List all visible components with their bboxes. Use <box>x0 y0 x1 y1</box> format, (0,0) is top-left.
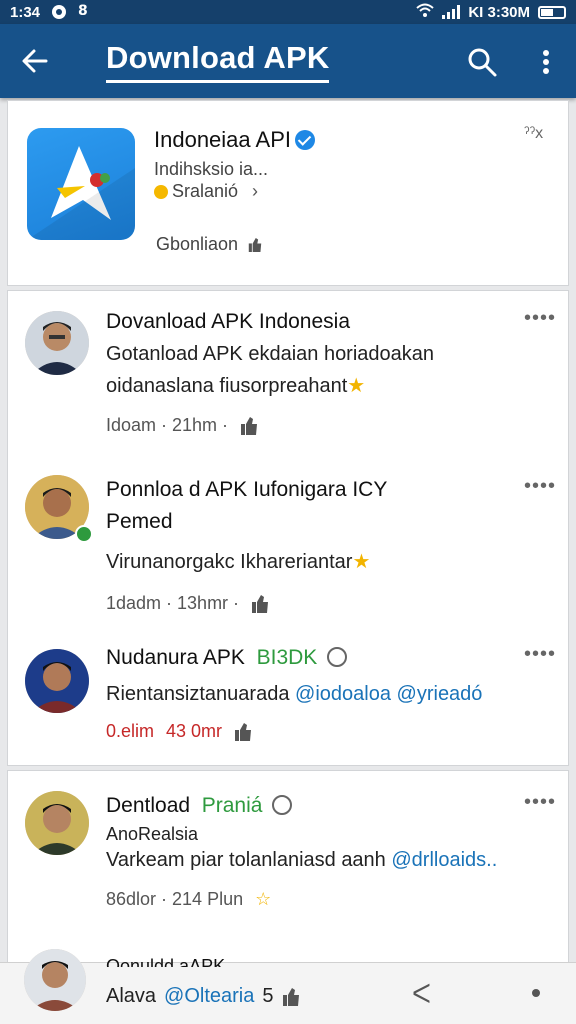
status-bar: 1:34 8 KI 3:30M <box>0 0 576 24</box>
share-button[interactable]: ᐸ <box>412 979 431 1010</box>
avatar[interactable] <box>25 791 89 855</box>
feed-card: Dovanload APK Indonesia Gotanload APK ek… <box>7 290 569 766</box>
status-right-text: KI 3:30M <box>468 3 530 21</box>
avatar[interactable] <box>25 649 89 713</box>
post-meta-text: Idoam · 21hm · <box>106 415 229 435</box>
post-title-text: Dentload <box>106 794 191 817</box>
online-badge-icon <box>75 525 93 543</box>
page-title: Download APK <box>106 40 330 83</box>
post-title: Pemed <box>106 510 173 533</box>
thumb-icon[interactable] <box>240 416 258 436</box>
bottom-compose-bar: Oonuldd aAPK Alava @Oltearia 5 ᐸ <box>0 949 576 1024</box>
overflow-dot-icon[interactable] <box>532 989 540 997</box>
app-logo-icon <box>27 128 135 240</box>
back-arrow-icon <box>22 49 48 73</box>
signal-b-icon: 8 <box>78 3 90 21</box>
cell-signal-icon <box>442 5 461 19</box>
app-download-label: Gbonliaon <box>156 234 239 254</box>
post-title: Dentload Praniá <box>106 791 293 821</box>
battery-icon <box>538 5 566 19</box>
bottom-count: 5 <box>262 985 274 1007</box>
star-icon: ★ <box>347 375 366 397</box>
post-menu-button[interactable]: •••• <box>524 791 556 814</box>
search-icon <box>468 48 497 77</box>
post-title: Nudanura APK BI3DK <box>106 643 348 673</box>
post-title: Oonuldd aAPK <box>106 956 226 967</box>
post-title-tag: Praniá <box>201 794 263 817</box>
chevron-right-icon: › <box>252 181 259 201</box>
notification-icon <box>52 5 67 19</box>
bottom-left-text: Alava <box>106 985 157 1007</box>
star-icon[interactable]: ☆ <box>255 889 271 910</box>
post-meta-text: 43 0mr <box>166 721 223 741</box>
smiley-icon <box>272 795 293 815</box>
post-title: Ponnloa d APK Iufonigara ICY <box>106 478 388 501</box>
post-text-line: Varkeam piar tolanlaniasd aanh <box>106 849 386 871</box>
post-title: Dovanload APK Indonesia <box>106 310 351 333</box>
search-button[interactable] <box>466 46 498 78</box>
svg-text:8: 8 <box>78 3 88 17</box>
app-info-card[interactable]: Indoneiaa API Indihsksio ia... Sralanió … <box>7 100 569 286</box>
post-item[interactable]: Dentload Praniá AnoRealsia Varkeam piar … <box>8 771 568 961</box>
post-meta-text: 0.elim <box>106 721 155 741</box>
wifi-icon <box>416 3 434 21</box>
post-item[interactable]: Nudanura APK BI3DK Rientansiztanuarada @… <box>8 631 568 767</box>
post-title-tag: BI3DK <box>256 646 318 669</box>
mention-link[interactable]: @Oltearia <box>164 985 254 1008</box>
mention-link[interactable]: @iodoaloa <box>295 683 391 705</box>
app-rating-label: Sralanió <box>172 181 239 201</box>
app-bar: Download APK <box>0 24 576 98</box>
status-time: 1:34 <box>10 3 41 21</box>
post-text-line: Rientansiztanuarada <box>106 683 290 705</box>
thumb-icon[interactable] <box>282 987 300 1007</box>
bottom-compose-row: Alava @Oltearia 5 <box>106 985 300 1008</box>
thumb-icon[interactable] <box>251 594 269 614</box>
post-text-line: Virunanorgakc Ikhareriantar <box>106 551 353 573</box>
post-meta-text: 1dadm · 13hmr · <box>106 593 240 613</box>
more-vert-icon <box>543 50 549 74</box>
app-developer: Indihsksio ia... <box>154 159 269 179</box>
coin-icon <box>154 184 168 199</box>
post-menu-button[interactable]: •••• <box>524 643 556 666</box>
post-item[interactable]: Ponnloa d APK Iufonigara ICY Pemed Virun… <box>8 461 568 631</box>
post-meta: Idoam · 21hm · <box>106 415 258 436</box>
post-text: Varkeam piar tolanlaniasd aanh @drlloaid… <box>106 845 497 875</box>
post-meta-text: 86dlor · 214 Plun <box>106 889 244 909</box>
back-button[interactable] <box>18 44 52 78</box>
app-rating-link[interactable]: Sralanió › <box>154 181 258 202</box>
thumb-icon <box>248 237 262 252</box>
mention-link[interactable]: @yrieadó <box>397 683 483 705</box>
post-meta: 1dadm · 13hmr · <box>106 593 269 614</box>
close-button[interactable]: ˀˀx <box>524 125 543 143</box>
mention-link[interactable]: @drlloaids.. <box>391 849 497 871</box>
post-item[interactable]: Dovanload APK Indonesia Gotanload APK ek… <box>8 291 568 461</box>
post-menu-button[interactable]: •••• <box>524 307 556 330</box>
more-options-button[interactable] <box>534 46 558 78</box>
post-menu-button[interactable]: •••• <box>524 475 556 498</box>
post-text: Gotanload APK ekdaian horiadoakan <box>106 343 435 365</box>
avatar[interactable] <box>25 311 89 375</box>
feed-card: Dentload Praniá AnoRealsia Varkeam piar … <box>7 770 569 970</box>
smiley-icon <box>327 647 348 667</box>
app-name-text: Indoneiaa API <box>154 127 292 152</box>
app-name: Indoneiaa API <box>154 127 316 153</box>
post-meta: 86dlor · 214 Plun ☆ <box>106 889 271 910</box>
star-icon: ★ <box>352 551 371 573</box>
thumb-icon[interactable] <box>234 722 252 742</box>
post-text: Virunanorgakc Ikhareriantar★ <box>106 547 370 577</box>
post-title-text: Nudanura APK <box>106 646 245 669</box>
post-text-line: oidanaslana fiusorpreahant <box>106 375 348 397</box>
avatar[interactable] <box>24 949 86 1011</box>
app-download-button[interactable]: Gbonliaon <box>156 234 262 255</box>
post-text: Rientansiztanuarada @iodoaloa @yrieadó <box>106 679 482 709</box>
post-meta: 0.elim 43 0mr <box>106 721 252 742</box>
post-text: oidanaslana fiusorpreahant★ <box>106 371 365 401</box>
verified-badge-icon <box>295 130 316 150</box>
